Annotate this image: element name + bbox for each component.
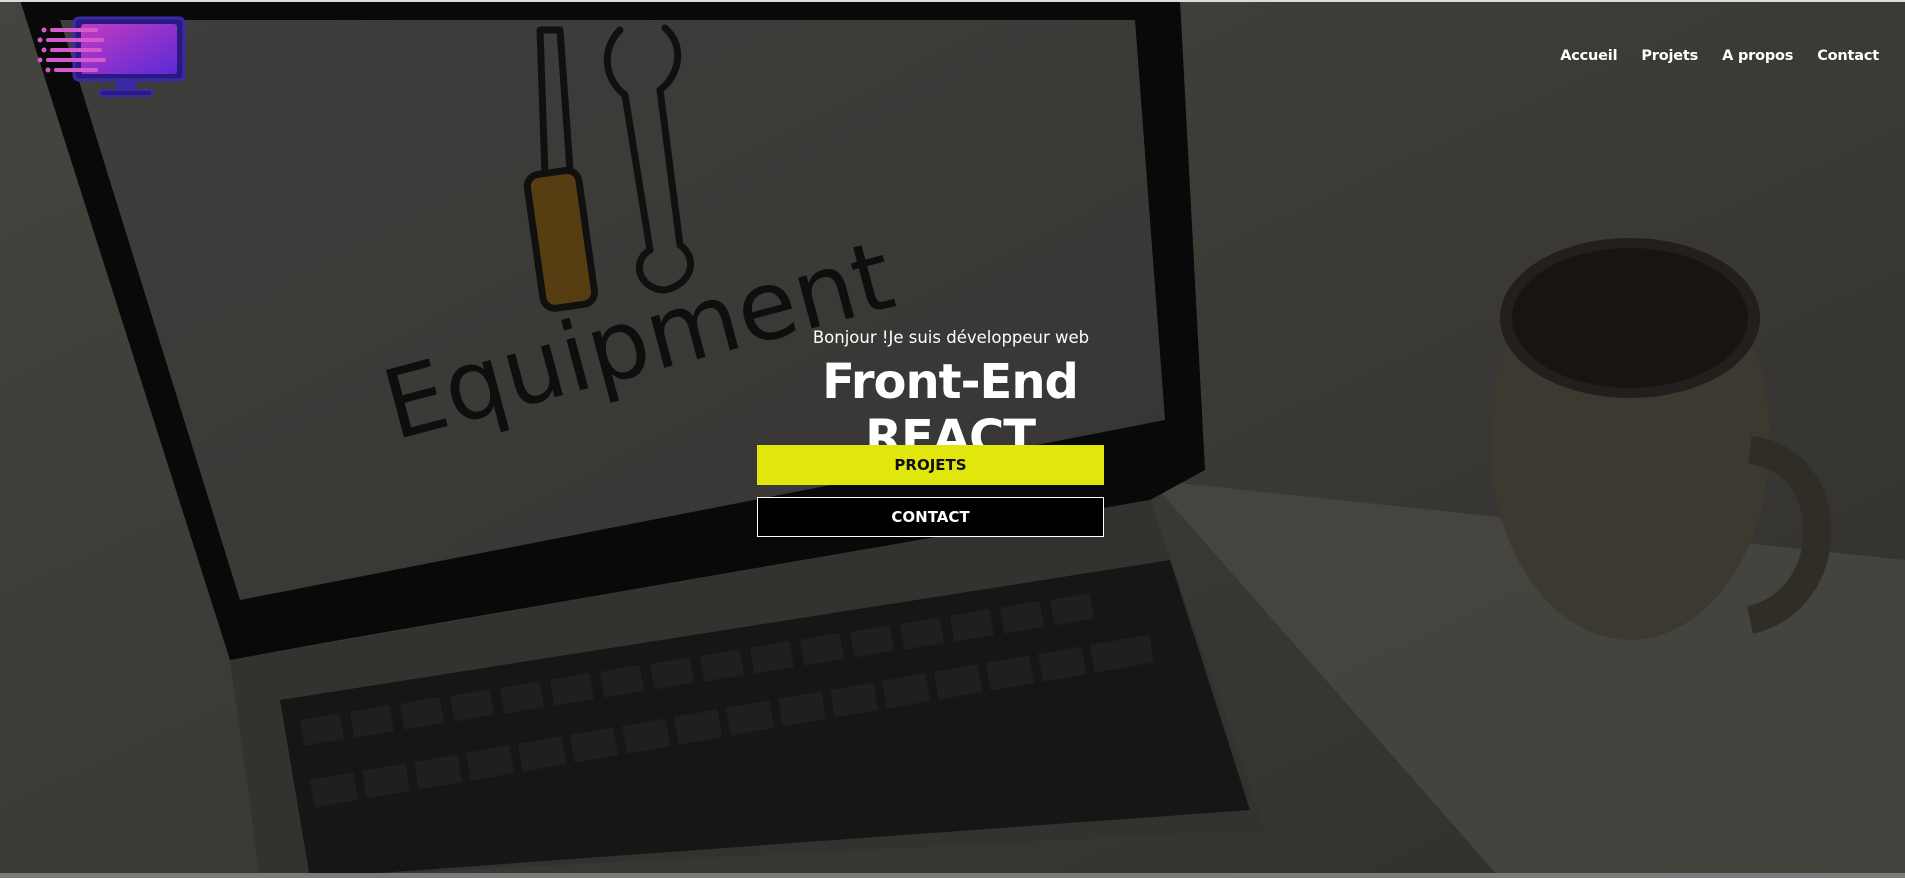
- computer-logo-icon[interactable]: [36, 12, 196, 102]
- projets-button[interactable]: PROJETS: [757, 445, 1104, 485]
- nav-link-accueil[interactable]: Accueil: [1560, 48, 1617, 64]
- nav-link-contact[interactable]: Contact: [1817, 48, 1879, 64]
- main-nav: Accueil Projets A propos Contact: [1560, 48, 1879, 64]
- nav-link-a-propos[interactable]: A propos: [1722, 48, 1793, 64]
- top-border: [0, 0, 1905, 2]
- nav-link-projets[interactable]: Projets: [1641, 48, 1698, 64]
- hero-intro-text: Bonjour !Je suis développeur web: [812, 328, 1090, 347]
- bottom-border: [0, 873, 1905, 878]
- contact-button[interactable]: CONTACT: [757, 497, 1104, 537]
